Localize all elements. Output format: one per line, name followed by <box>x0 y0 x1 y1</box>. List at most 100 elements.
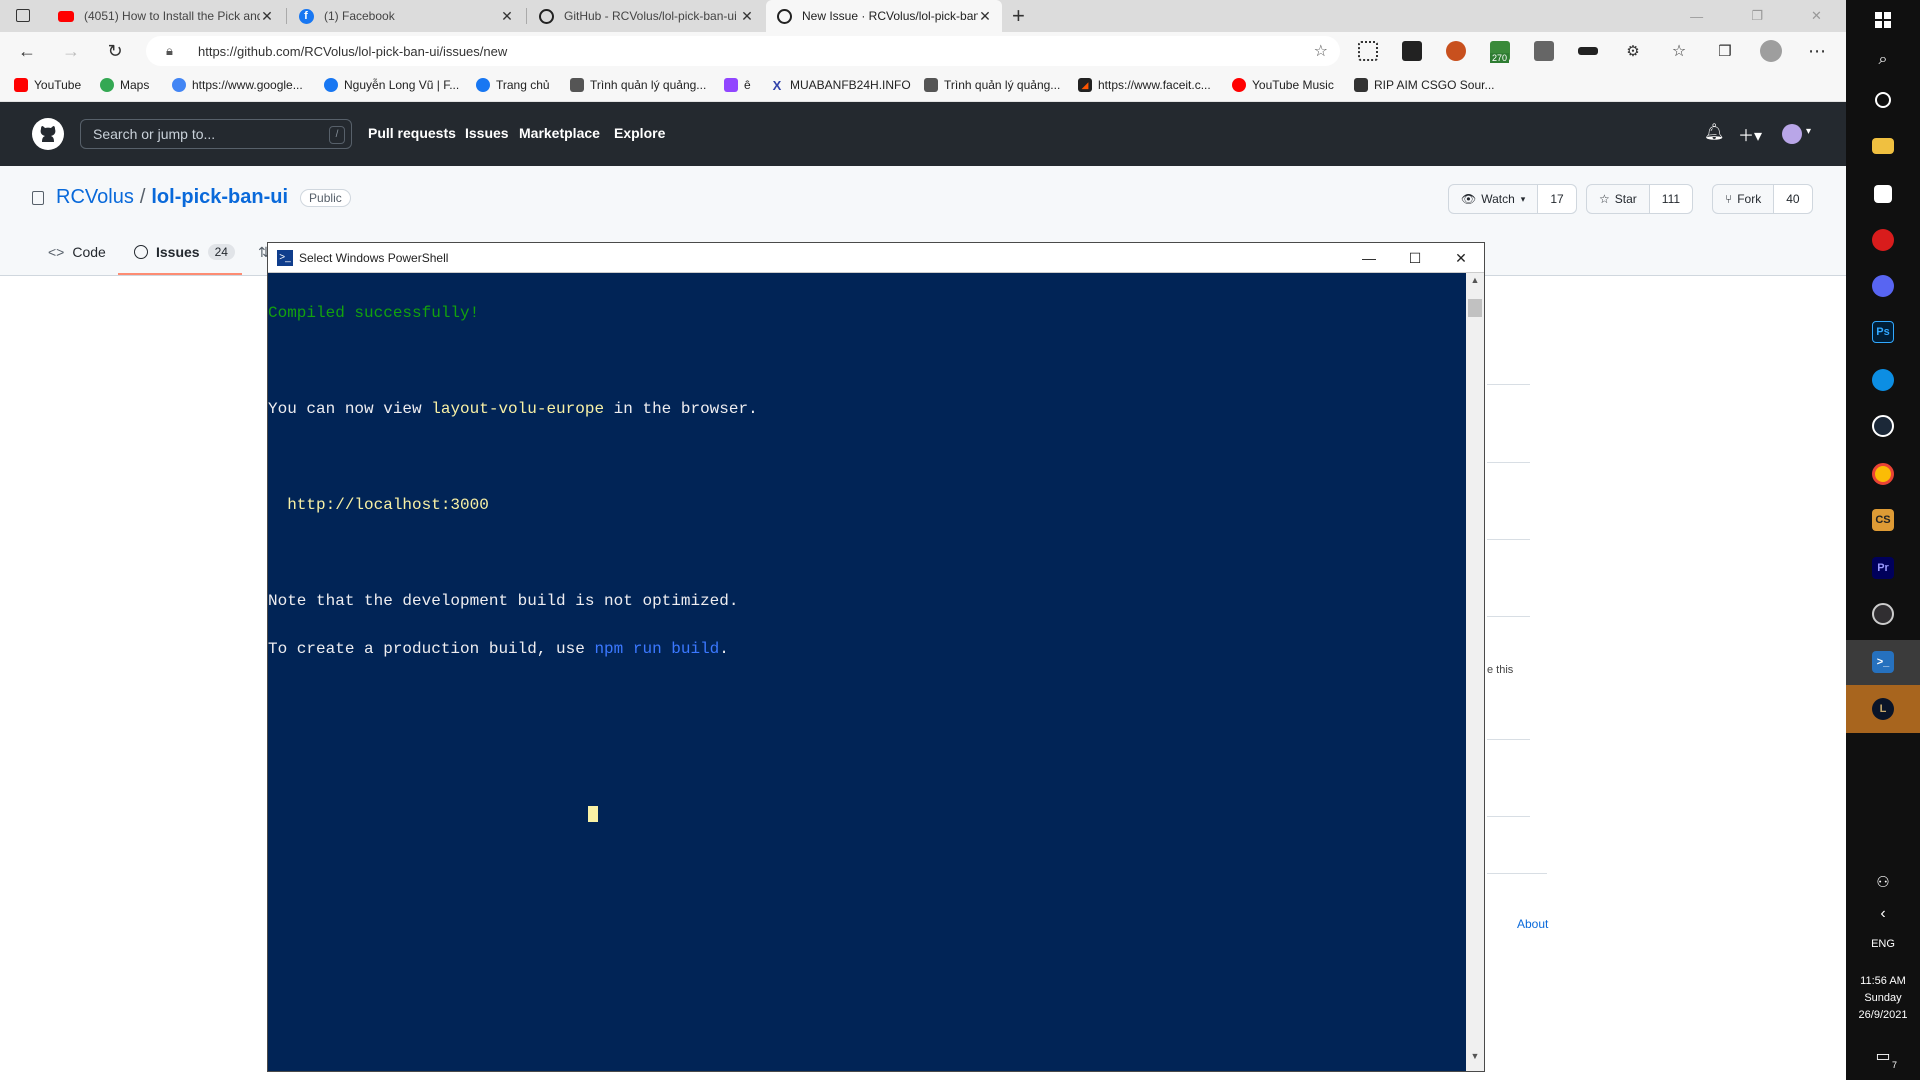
text: . <box>719 640 729 658</box>
terminal-output[interactable]: Compiled successfully! You can now view … <box>268 273 1465 1071</box>
watch-button[interactable]: 👁︎ Watch ▾ 17 <box>1448 184 1577 214</box>
minimize-icon[interactable]: — <box>1690 9 1703 24</box>
garena-icon[interactable] <box>1865 222 1901 258</box>
divider <box>1487 873 1547 874</box>
collections-icon[interactable]: ❒ <box>1714 40 1736 62</box>
close-window-icon[interactable]: ✕ <box>1438 243 1484 273</box>
github-logo-icon[interactable] <box>32 118 64 150</box>
tab-issues[interactable]: Issues 24 <box>134 244 235 260</box>
facebook-icon <box>324 78 338 92</box>
premiere-icon[interactable]: Pr <box>1865 550 1901 586</box>
close-tab-icon[interactable]: ✕ <box>260 8 274 25</box>
powershell-window[interactable]: >_ Select Windows PowerShell — ☐ ✕ Compi… <box>267 242 1485 1072</box>
repo-owner-link[interactable]: RCVolus <box>56 186 134 209</box>
input-language[interactable]: ENG <box>1846 936 1920 953</box>
tab-facebook[interactable]: f (1) Facebook ✕ <box>288 0 524 32</box>
bookmark-trang-chu[interactable]: Trang chủ <box>476 78 550 92</box>
bookmark-google[interactable]: https://www.google... <box>172 78 303 92</box>
address-bar[interactable]: 🔒︎ https://github.com/RCVolus/lol-pick-b… <box>146 36 1340 66</box>
bookmark-label: RIP AIM CSGO Sour... <box>1374 78 1495 92</box>
chevron-down-icon[interactable]: ▾ <box>1806 126 1811 137</box>
edge-icon[interactable] <box>1865 362 1901 398</box>
bookmark-twitch[interactable]: ê <box>724 78 751 92</box>
tab-new-issue[interactable]: New Issue · RCVolus/lol-pick-ban-ui ✕ <box>766 0 1002 32</box>
bookmark-ads-manager-1[interactable]: Trình quản lý quảng... <box>570 78 706 92</box>
bookmark-csgo[interactable]: RIP AIM CSGO Sour... <box>1354 78 1495 92</box>
about-link[interactable]: About <box>1517 917 1548 931</box>
bookmark-muabanfb[interactable]: X MUABANFB24H.INFO <box>770 78 911 93</box>
bookmark-nguyen-long-vu[interactable]: Nguyễn Long Vũ | F... <box>324 78 459 92</box>
powershell-titlebar[interactable]: >_ Select Windows PowerShell — ☐ ✕ <box>268 243 1484 273</box>
star-icon: ☆ <box>1599 192 1610 206</box>
fork-button[interactable]: ⑂ Fork 40 <box>1712 184 1813 214</box>
watch-count[interactable]: 17 <box>1538 185 1576 213</box>
minimize-icon[interactable]: — <box>1346 243 1392 273</box>
star-button[interactable]: ☆ Star 111 <box>1586 184 1694 214</box>
extension-ublock-icon[interactable] <box>1446 41 1466 61</box>
extensions-puzzle-icon[interactable]: ⚙ <box>1622 40 1644 62</box>
scrollbar[interactable]: ▲ ▼ <box>1466 273 1484 1071</box>
star-count[interactable]: 111 <box>1649 185 1693 213</box>
clock-day[interactable]: Sunday <box>1846 990 1920 1007</box>
extension-badge-icon[interactable]: 270 <box>1490 41 1510 63</box>
nav-marketplace[interactable]: Marketplace <box>519 125 600 141</box>
forward-icon[interactable]: → <box>60 40 82 62</box>
nav-issues[interactable]: Issues <box>465 125 509 141</box>
more-menu-icon[interactable]: ⋯ <box>1806 40 1828 62</box>
clock-date[interactable]: 26/9/2021 <box>1846 1007 1920 1024</box>
taskbar-powershell-active[interactable]: >_ <box>1846 640 1920 685</box>
photoshop-icon[interactable]: Ps <box>1865 314 1901 350</box>
people-icon[interactable]: ⚇ <box>1865 864 1901 900</box>
bookmark-youtube[interactable]: YouTube <box>14 78 81 92</box>
bookmark-youtube-music[interactable]: YouTube Music <box>1232 78 1334 92</box>
tab-code[interactable]: <> Code <box>48 244 106 260</box>
microsoft-store-icon[interactable] <box>1865 176 1901 212</box>
close-tab-icon[interactable]: ✕ <box>500 8 514 25</box>
maximize-icon[interactable]: ☐ <box>1392 243 1438 273</box>
notifications-bell-icon[interactable]: 🔔︎ <box>1704 122 1724 142</box>
fork-count[interactable]: 40 <box>1774 185 1812 213</box>
action-center-icon[interactable]: ▭ 7 <box>1865 1038 1901 1074</box>
file-explorer-icon[interactable] <box>1865 128 1901 164</box>
create-new-plus-icon[interactable]: ＋▾ <box>1738 122 1762 146</box>
taskbar-league-of-legends[interactable]: L <box>1846 685 1920 733</box>
counter-strike-icon[interactable]: CS <box>1865 502 1901 538</box>
windows-start-icon[interactable] <box>1865 2 1901 38</box>
nav-explore[interactable]: Explore <box>614 125 665 141</box>
extension-glasses-icon[interactable] <box>1578 47 1598 55</box>
search-icon[interactable]: ⌕ <box>1865 42 1901 78</box>
repo-name-link[interactable]: lol-pick-ban-ui <box>151 186 288 209</box>
scroll-up-icon[interactable]: ▲ <box>1466 275 1484 293</box>
discord-icon[interactable] <box>1865 268 1901 304</box>
profile-avatar[interactable] <box>1760 40 1782 62</box>
extension-slash-icon[interactable] <box>1534 41 1554 61</box>
tab-github-repo[interactable]: GitHub - RCVolus/lol-pick-ban-ui ✕ <box>528 0 764 32</box>
close-tab-icon[interactable]: ✕ <box>740 8 754 25</box>
user-avatar[interactable] <box>1782 124 1802 144</box>
clock-time[interactable]: 11:56 AM <box>1846 973 1920 990</box>
close-window-icon[interactable]: ✕ <box>1811 8 1822 24</box>
refresh-icon[interactable]: ↻ <box>104 40 126 62</box>
scroll-down-icon[interactable]: ▼ <box>1466 1051 1484 1069</box>
chevron-left-icon[interactable]: ‹ <box>1865 896 1901 932</box>
extension-dark-icon[interactable] <box>1402 41 1422 61</box>
new-tab-button[interactable]: + <box>1012 3 1025 29</box>
obs-icon[interactable] <box>1865 596 1901 632</box>
restore-icon[interactable]: ❐ <box>1751 8 1763 24</box>
bookmark-faceit[interactable]: ◢ https://www.faceit.c... <box>1078 78 1211 92</box>
tab-actions-icon[interactable] <box>16 9 30 22</box>
chrome-icon[interactable] <box>1865 456 1901 492</box>
favorites-icon[interactable]: ☆ <box>1668 40 1690 62</box>
cortana-icon[interactable] <box>1865 82 1901 118</box>
bookmark-maps[interactable]: Maps <box>100 78 149 92</box>
bookmark-ads-manager-2[interactable]: Trình quản lý quảng... <box>924 78 1060 92</box>
tab-youtube[interactable]: (4051) How to Install the Pick and ✕ <box>48 0 284 32</box>
qr-code-icon[interactable] <box>1358 41 1378 61</box>
github-search-input[interactable]: Search or jump to... / <box>80 119 352 149</box>
close-tab-icon[interactable]: ✕ <box>978 8 992 25</box>
back-icon[interactable]: ← <box>16 40 38 62</box>
steam-icon[interactable] <box>1865 408 1901 444</box>
nav-pull-requests[interactable]: Pull requests <box>368 125 456 141</box>
favorite-add-icon[interactable]: ☆ <box>1314 41 1328 61</box>
scrollbar-thumb[interactable] <box>1468 299 1482 317</box>
